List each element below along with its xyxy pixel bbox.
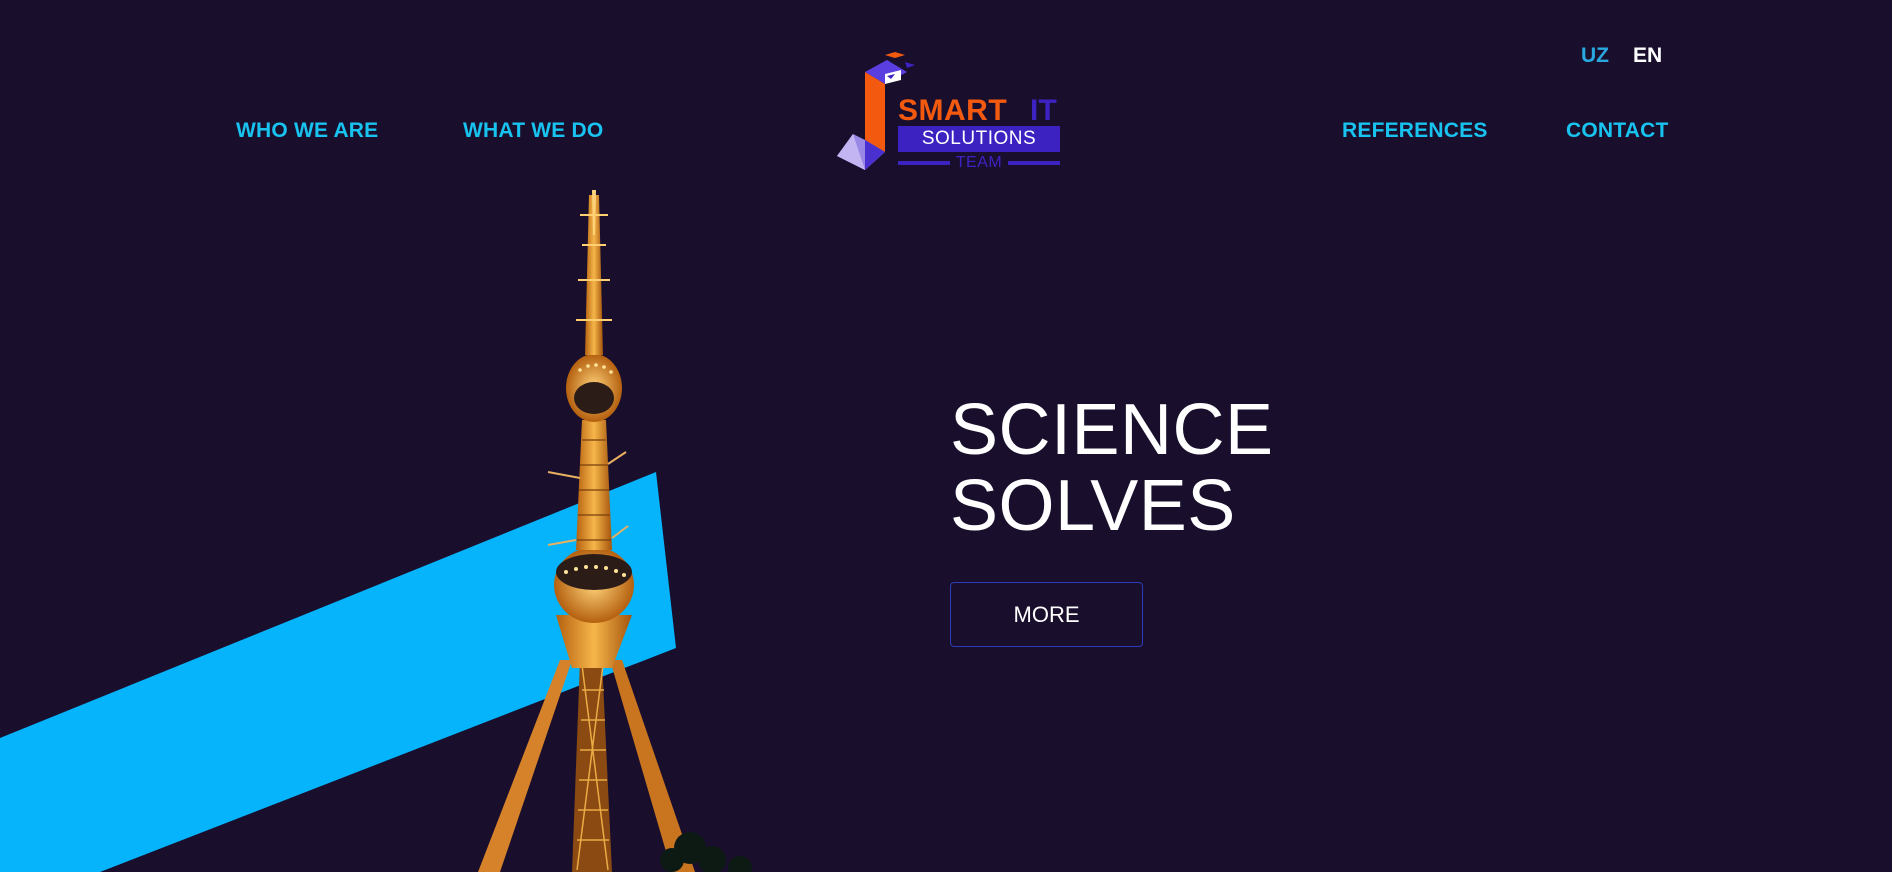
page: UZ EN WHO WE ARE WHAT WE DO REFERENCES C… [0, 0, 1892, 872]
site-logo[interactable]: SMART IT SOLUTIONS TEAM [835, 52, 1065, 174]
logo-smart-text: SMART [898, 94, 1008, 127]
logo-solutions-text: SOLUTIONS [921, 128, 1037, 149]
hero-title: SCIENCE SOLVES [950, 392, 1274, 544]
logo-team-line-left [898, 161, 950, 165]
lang-uz-link[interactable]: UZ [1581, 44, 1609, 68]
hero-title-line-1: SCIENCE [950, 390, 1274, 470]
nav-what-we-do[interactable]: WHAT WE DO [463, 119, 603, 143]
nav-contact[interactable]: CONTACT [1566, 119, 1669, 143]
logo-team-text: TEAM [955, 154, 1003, 171]
logo-it-text: IT [1030, 94, 1057, 127]
logo-team-line-right [1008, 161, 1061, 165]
hero-title-line-2: SOLVES [950, 466, 1236, 546]
language-switcher: UZ EN [1581, 44, 1662, 68]
logo-solutions-box: SOLUTIONS [898, 126, 1060, 152]
more-button[interactable]: MORE [950, 582, 1143, 647]
logo-team-row: TEAM [898, 154, 1061, 172]
nav-references[interactable]: REFERENCES [1342, 119, 1488, 143]
nav-who-we-are[interactable]: WHO WE ARE [236, 119, 378, 143]
lang-en-link[interactable]: EN [1633, 44, 1662, 68]
